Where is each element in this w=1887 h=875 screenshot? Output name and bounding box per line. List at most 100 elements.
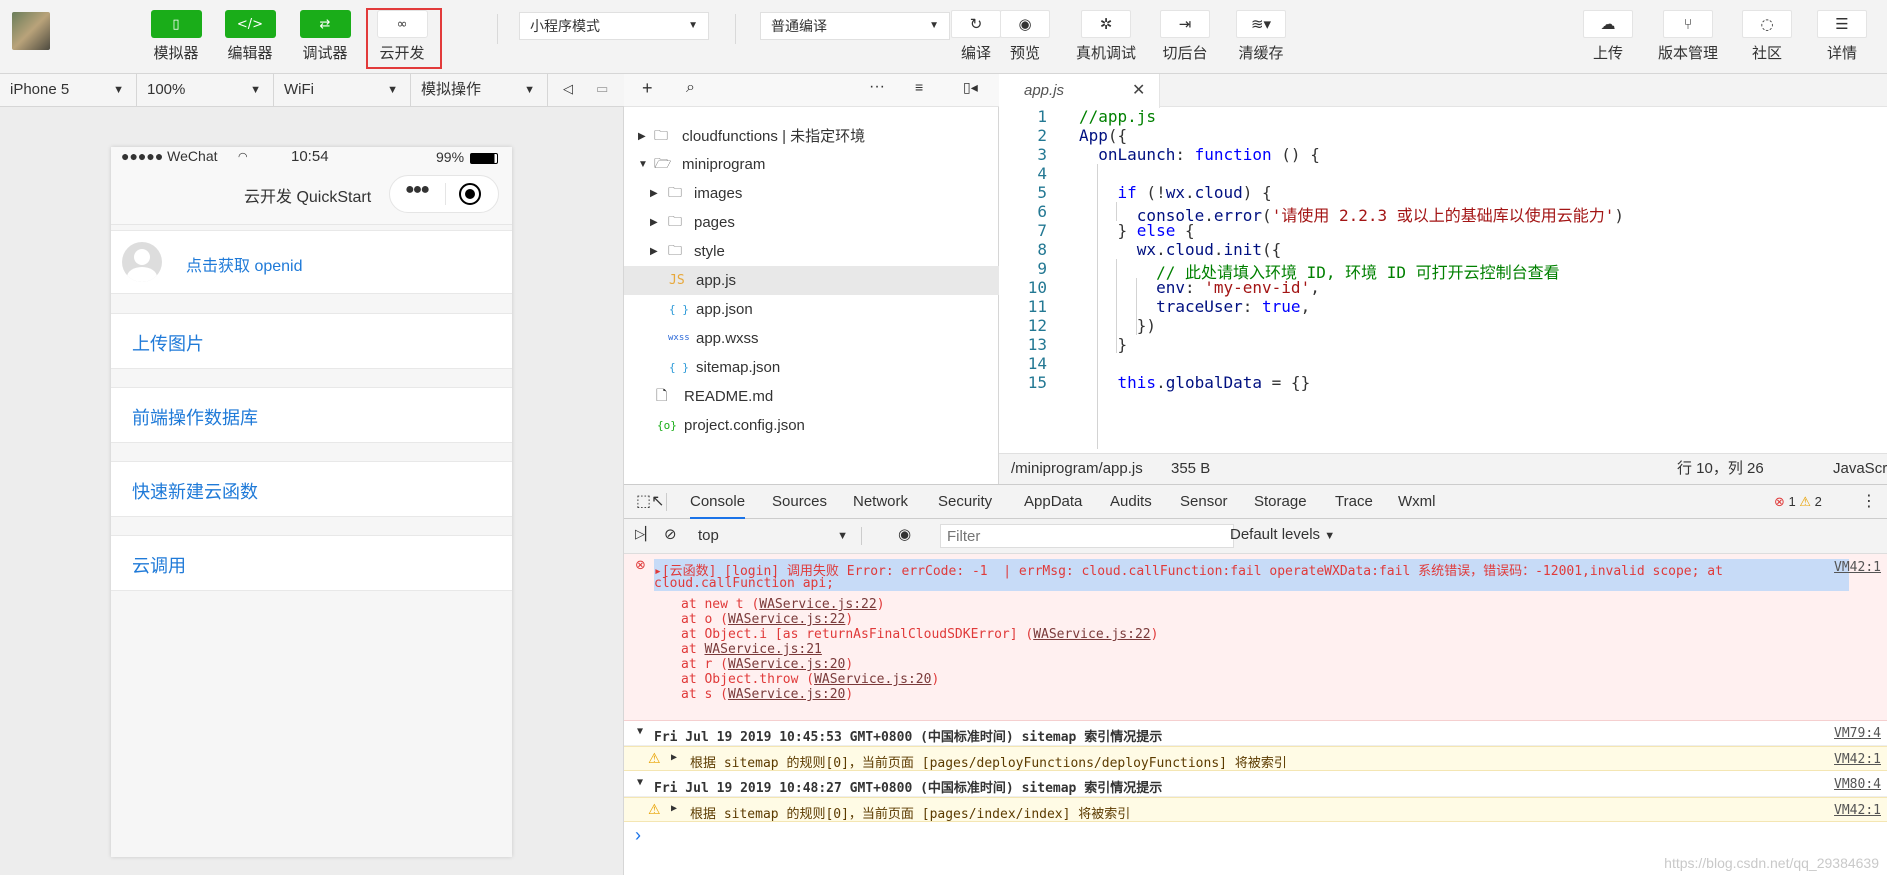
switch-background-button[interactable]: ⇥ 切后台 <box>1160 10 1210 63</box>
console-prompt[interactable]: › <box>635 825 641 846</box>
upload-image-row[interactable]: 上传图片 <box>111 313 512 369</box>
source-link[interactable]: VM42:1 <box>1834 803 1881 818</box>
stack-frame-link[interactable]: WAService.js:20 <box>814 672 931 687</box>
tab-audits[interactable]: Audits <box>1110 485 1152 519</box>
log-levels-select[interactable]: Default levels ▼ <box>1230 526 1335 543</box>
tab-sensor[interactable]: Sensor <box>1180 485 1228 519</box>
volume-icon[interactable]: ◁ <box>563 81 573 97</box>
stack-frame-link[interactable]: WAService.js:21 <box>704 642 821 657</box>
line-number: 9 <box>1037 259 1047 278</box>
chevron-down-icon: ▼ <box>637 777 644 788</box>
mode-select[interactable]: 小程序模式 ▼ <box>519 12 709 40</box>
version-control-button[interactable]: ⑂ 版本管理 <box>1655 10 1721 63</box>
stack-frame-link[interactable]: WAService.js:22 <box>759 597 876 612</box>
debugger-button[interactable]: ⇄ 调试器 <box>295 10 355 63</box>
device-select[interactable]: iPhone 5 ▼ <box>0 74 137 106</box>
file-tree-toolbar: + ⌕ ··· ≡ ▯◂ <box>624 74 999 107</box>
add-icon[interactable]: + <box>642 78 653 99</box>
tree-item-miniprogram[interactable]: ▼ 🗁 miniprogram <box>624 150 999 179</box>
panel-toggle-icon[interactable]: ▯◂ <box>963 79 978 96</box>
tab-console[interactable]: Console <box>690 485 746 519</box>
collapse-icon[interactable]: ≡ <box>915 79 923 95</box>
stack-frame-link[interactable]: WAService.js:20 <box>728 657 845 672</box>
window-icon[interactable]: ▭ <box>596 81 608 97</box>
search-icon[interactable]: ⌕ <box>686 79 695 97</box>
tree-item-readme[interactable]: 🗋 README.md <box>624 382 999 411</box>
tree-item-style[interactable]: ▶ 🗀 style <box>624 237 999 266</box>
line-number: 11 <box>1027 297 1047 316</box>
frontend-database-row[interactable]: 前端操作数据库 <box>111 387 512 443</box>
more-vertical-icon[interactable]: ⋮ <box>1861 491 1877 511</box>
source-link[interactable]: VM42:1 <box>1834 752 1881 767</box>
avatar-body <box>127 267 157 282</box>
code-line: //app.js <box>1079 107 1157 126</box>
tab-app-js[interactable]: app.js ✕ <box>999 74 1160 108</box>
new-cloud-function-row[interactable]: 快速新建云函数 <box>111 461 512 517</box>
console-filter-input[interactable] <box>940 524 1234 548</box>
clear-cache-button[interactable]: ≋▾ 清缓存 <box>1235 10 1287 63</box>
community-button[interactable]: ◌ 社区 <box>1742 10 1792 63</box>
line-number: 8 <box>1037 240 1047 259</box>
tree-item-cloudfunctions[interactable]: ▶ 🗀 cloudfunctions | 未指定环境 <box>624 122 999 151</box>
code-line: onLaunch: function () { <box>1098 145 1320 164</box>
clear-console-icon[interactable]: ⊘ <box>664 525 677 543</box>
console-group-header[interactable]: ▼ Fri Jul 19 2019 10:48:27 GMT+0800 (中国标… <box>624 772 1887 797</box>
simulator-button[interactable]: ▯ 模拟器 <box>146 10 206 63</box>
tree-item-app-json[interactable]: { } app.json <box>624 295 999 324</box>
details-button[interactable]: ☰ 详情 <box>1817 10 1867 63</box>
line-number: 2 <box>1037 126 1047 145</box>
code-area[interactable]: 1 2 3 4 5 6 7 8 9 10 11 12 13 14 15 //app.js App({ onL… <box>999 107 1887 453</box>
switch-icon: ⇥ <box>1160 10 1210 38</box>
tree-item-images[interactable]: ▶ 🗀 images <box>624 179 999 208</box>
console-group-header[interactable]: ▼ Fri Jul 19 2019 10:45:53 GMT+0800 (中国标… <box>624 721 1887 746</box>
more-dots-icon[interactable]: ●●● <box>405 181 430 199</box>
tab-appdata[interactable]: AppData <box>1024 485 1082 519</box>
stack-frame: at Object.i [as returnAsFinalCloudSDKErr… <box>681 627 1158 642</box>
tab-storage[interactable]: Storage <box>1254 485 1307 519</box>
close-icon[interactable]: ✕ <box>1132 80 1145 100</box>
compile-button[interactable]: ↻ 编译 <box>951 10 1001 63</box>
devtools-console: ⬚↖ Console Sources Network Security AppD… <box>624 484 1887 875</box>
tree-item-pages[interactable]: ▶ 🗀 pages <box>624 208 999 237</box>
tab-security[interactable]: Security <box>938 485 992 519</box>
refresh-icon: ↻ <box>951 10 1001 38</box>
line-number: 14 <box>1027 354 1047 373</box>
stack-frame: at r (WAService.js:20) <box>681 657 853 672</box>
stack-frame-link[interactable]: WAService.js:22 <box>1033 627 1150 642</box>
console-error-entry[interactable]: ⊗ ▸[云函数] [login] 调用失败 Error: errCode: -1… <box>624 554 1887 721</box>
console-warning-entry[interactable]: ⚠ ▶ 根据 sitemap 的规则[0]，当前页面 [pages/deploy… <box>624 746 1887 771</box>
tab-trace[interactable]: Trace <box>1335 485 1373 519</box>
simulate-operation-select[interactable]: 模拟操作 ▼ <box>411 74 548 106</box>
network-select[interactable]: WiFi ▼ <box>274 74 411 106</box>
zoom-select[interactable]: 100% ▼ <box>137 74 274 106</box>
chevron-down-icon: ▼ <box>113 84 124 96</box>
inspect-icon[interactable]: ⬚↖ <box>636 491 665 511</box>
remote-debug-button[interactable]: ✲ 真机调试 <box>1070 10 1142 63</box>
compile-select[interactable]: 普通编译 ▼ <box>760 12 950 40</box>
tab-network[interactable]: Network <box>853 485 908 519</box>
user-avatar[interactable] <box>12 12 50 50</box>
tree-item-sitemap-json[interactable]: { } sitemap.json <box>624 353 999 382</box>
cloud-call-row[interactable]: 云调用 <box>111 535 512 591</box>
close-miniprogram-icon[interactable] <box>459 183 481 205</box>
tree-item-app-js[interactable]: JS app.js <box>624 266 999 295</box>
tree-item-app-wxss[interactable]: wxss app.wxss <box>624 324 999 353</box>
sidebar-toggle-icon[interactable]: ▷▏ <box>635 526 655 542</box>
editor-button[interactable]: </> 编辑器 <box>220 10 280 63</box>
upload-button[interactable]: ☁ 上传 <box>1583 10 1633 63</box>
openid-row[interactable]: 点击获取 openid <box>111 230 512 294</box>
eye-icon[interactable]: ◉ <box>898 525 911 543</box>
stack-frame-link[interactable]: WAService.js:20 <box>728 687 845 702</box>
tab-sources[interactable]: Sources <box>772 485 827 519</box>
tree-item-project-config[interactable]: {o} project.config.json <box>624 411 999 440</box>
source-link[interactable]: VM42:1 <box>1834 560 1881 575</box>
source-link[interactable]: VM80:4 <box>1834 777 1881 792</box>
error-counter[interactable]: ⊗ 1 ⚠ 2 <box>1774 494 1822 510</box>
tab-wxml[interactable]: Wxml <box>1398 485 1436 519</box>
console-warning-entry[interactable]: ⚠ ▶ 根据 sitemap 的规则[0]，当前页面 [pages/index/… <box>624 797 1887 822</box>
source-link[interactable]: VM79:4 <box>1834 726 1881 741</box>
preview-button[interactable]: ◉ 预览 <box>1000 10 1050 63</box>
more-icon[interactable]: ··· <box>869 78 885 96</box>
stack-frame-link[interactable]: WAService.js:22 <box>728 612 845 627</box>
context-select[interactable]: top ▼ <box>690 524 856 548</box>
